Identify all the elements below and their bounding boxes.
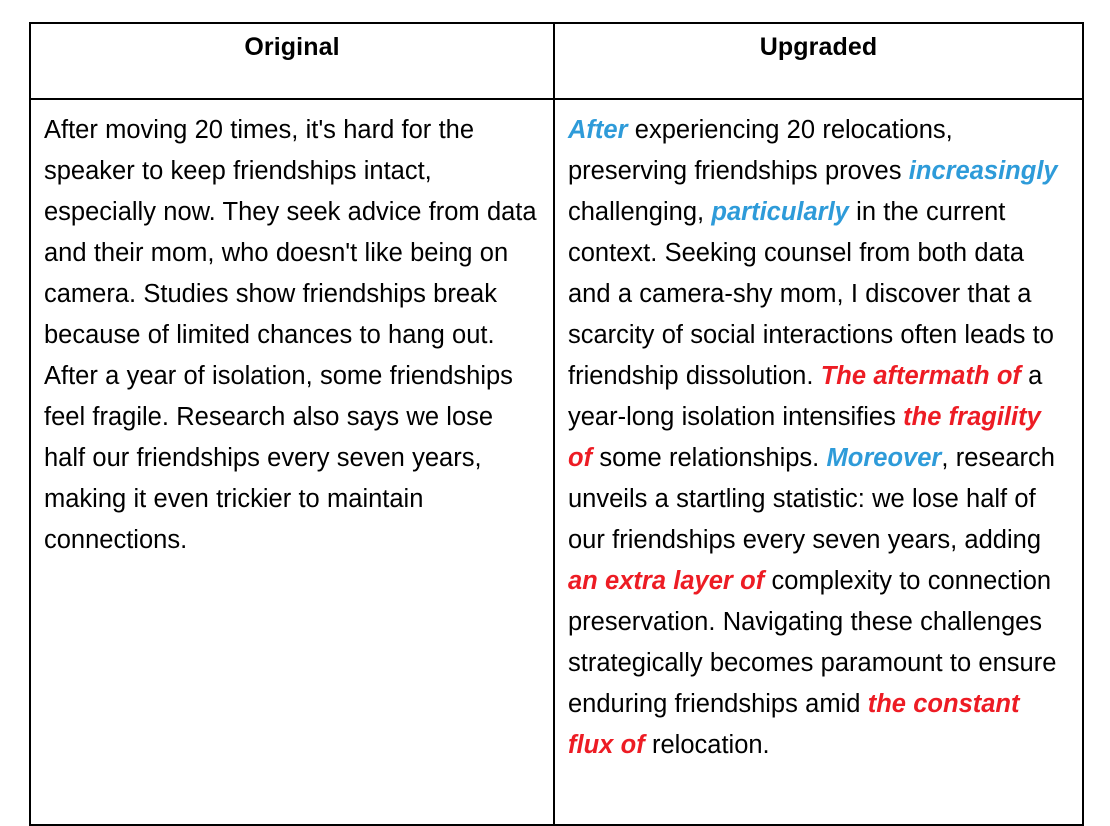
emphasis-blue: Moreover	[826, 444, 942, 472]
comparison-table: Original Upgraded After moving 20 times,…	[29, 22, 1084, 826]
upgraded-paragraph: After experiencing 20 relocations, prese…	[568, 110, 1070, 766]
column-header-original: Original	[29, 22, 555, 100]
emphasis-blue: particularly	[711, 198, 849, 226]
cell-original-text: After moving 20 times, it's hard for the…	[29, 98, 555, 826]
table-header: Original Upgraded	[29, 22, 1084, 100]
page-root: Original Upgraded After moving 20 times,…	[0, 0, 1110, 826]
emphasis-blue: After	[568, 116, 628, 144]
column-header-upgraded: Upgraded	[553, 22, 1084, 100]
body-text: relocation.	[644, 731, 770, 759]
table-body: After moving 20 times, it's hard for the…	[29, 98, 1084, 826]
cell-upgraded-text: After experiencing 20 relocations, prese…	[553, 98, 1084, 826]
body-text: some relationships.	[592, 444, 827, 472]
emphasis-red: an extra layer of	[568, 567, 765, 595]
emphasis-red: The aftermath of	[820, 362, 1021, 390]
table-header-row: Original Upgraded	[29, 22, 1084, 100]
table-row: After moving 20 times, it's hard for the…	[29, 98, 1084, 826]
body-text: challenging,	[568, 198, 712, 226]
original-paragraph: After moving 20 times, it's hard for the…	[44, 116, 537, 554]
emphasis-blue: increasingly	[908, 157, 1058, 185]
